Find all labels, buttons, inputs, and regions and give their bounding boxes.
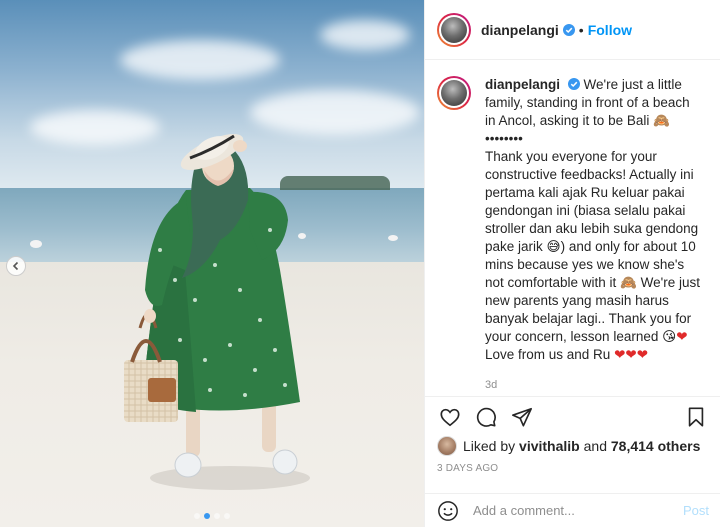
caption-body: dianpelangi We're just a little family, … (485, 76, 703, 394)
caption-text-5: Love from us and Ru (485, 347, 611, 362)
post-photo[interactable] (0, 0, 424, 527)
carousel-dot-active (204, 513, 210, 519)
verified-badge-icon (562, 23, 575, 36)
caption-username[interactable]: dianpelangi (485, 77, 560, 92)
like-button[interactable] (435, 402, 465, 432)
see-no-evil-monkey-icon: 🙈 (653, 113, 670, 129)
follow-button[interactable]: Follow (588, 22, 632, 38)
add-comment-bar: Post (425, 493, 720, 527)
instagram-post: dianpelangi • Follow dianpelangi We're j… (0, 0, 720, 527)
action-bar (425, 396, 720, 436)
photo-person (30, 133, 398, 490)
liker-avatar[interactable] (437, 436, 457, 456)
caption-comment: dianpelangi We're just a little family, … (437, 76, 709, 394)
heart-icon: ❤ (614, 347, 626, 363)
post-side-panel: dianpelangi • Follow dianpelangi We're j… (424, 0, 720, 527)
caption-author-avatar[interactable] (437, 76, 471, 110)
likes-count[interactable]: 78,414 others (611, 438, 701, 454)
heart-icon: ❤ (625, 347, 637, 363)
liker-username[interactable]: vivithalib (519, 438, 580, 454)
post-comment-button[interactable]: Post (683, 503, 709, 518)
heart-icon: ❤ (636, 347, 649, 363)
share-button[interactable] (507, 402, 537, 432)
post-header: dianpelangi • Follow (425, 0, 720, 60)
comment-input[interactable] (473, 503, 663, 518)
grinning-sweat-icon: 😅 (546, 239, 561, 255)
chevron-left-icon (12, 261, 19, 271)
heart-icon: ❤ (676, 329, 688, 345)
header-separator: • (578, 21, 584, 38)
kissing-face-icon: 😘 (662, 329, 677, 345)
carousel-prev-button[interactable] (6, 256, 26, 276)
carousel-indicator (0, 513, 424, 519)
save-button[interactable] (681, 402, 711, 432)
caption-age: 3d (485, 379, 498, 391)
likes-summary: Liked by vivithalib and 78,414 others (437, 436, 700, 456)
carousel-dot (194, 513, 200, 519)
comment-button[interactable] (471, 402, 501, 432)
caption-dots: •••••••• (485, 131, 523, 146)
paper-plane-icon (512, 407, 532, 427)
bookmark-icon (688, 406, 704, 427)
emoji-smiley-icon[interactable] (437, 500, 459, 522)
see-no-evil-monkey-icon: 🙈 (620, 275, 637, 291)
verified-badge-icon (567, 78, 580, 90)
likes-prefix: Liked by (463, 438, 516, 454)
likes-and: and (583, 438, 607, 454)
carousel-dot (224, 513, 230, 519)
comments-section: dianpelangi We're just a little family, … (425, 60, 720, 396)
post-date[interactable]: 3 DAYS AGO (437, 463, 498, 474)
carousel-dot (214, 513, 220, 519)
comment-icon (476, 407, 496, 427)
author-username[interactable]: dianpelangi (481, 22, 559, 38)
author-avatar[interactable] (437, 12, 471, 47)
heart-outline-icon (440, 408, 460, 426)
